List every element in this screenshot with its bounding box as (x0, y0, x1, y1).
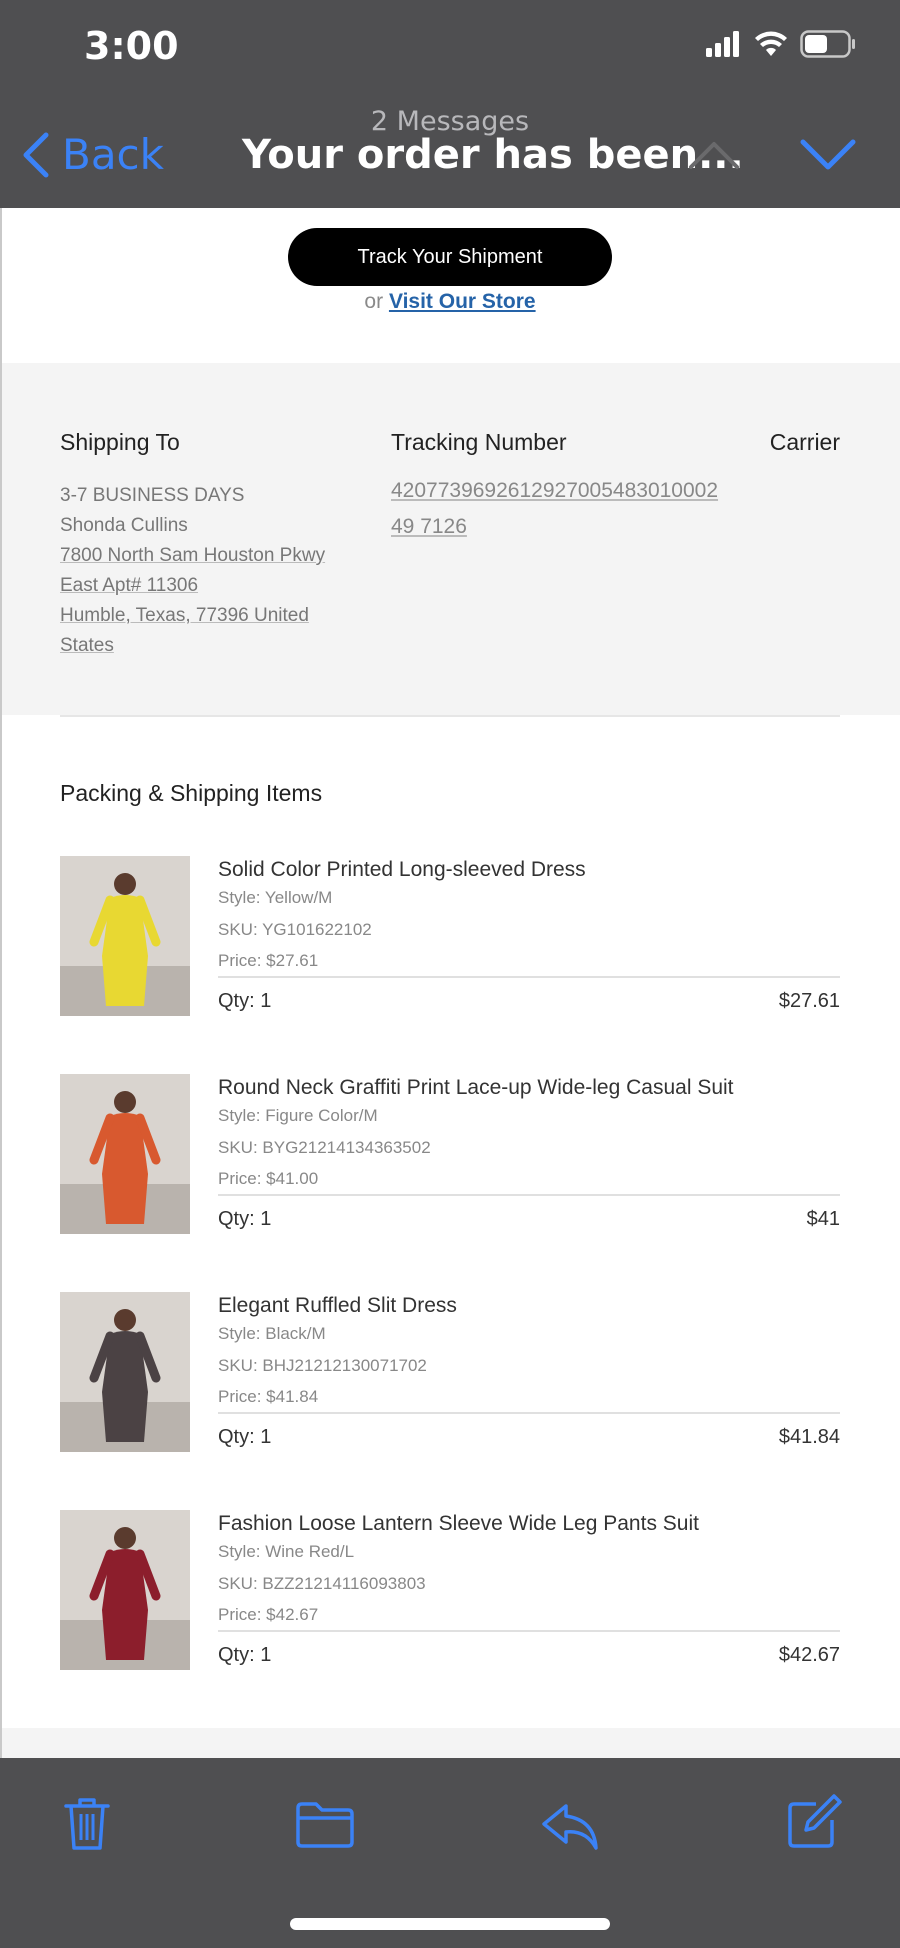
shipping-panel: Shipping To Tracking Number Carrier 3-7 … (0, 363, 900, 715)
tracking-number-link[interactable]: 420773969261292700548301000249 7126 (391, 473, 721, 545)
order-item[interactable]: Fashion Loose Lantern Sleeve Wide Leg Pa… (60, 1510, 840, 1680)
product-quantity: Qty: 1 (218, 1208, 272, 1230)
status-bar: 3:00 (0, 0, 900, 100)
or-text: or (364, 290, 384, 313)
product-price: Price: $41.00 (218, 1169, 319, 1188)
status-icons (706, 30, 856, 58)
items-heading: Packing & Shipping Items (60, 780, 323, 806)
address-line-3: Humble, Texas, 77396 United (60, 605, 309, 626)
product-name[interactable]: Round Neck Graffiti Print Lace-up Wide-l… (218, 1076, 734, 1100)
product-sku: SKU: YG101622102 (218, 920, 372, 939)
order-item[interactable]: Round Neck Graffiti Print Lace-up Wide-l… (60, 1074, 840, 1244)
shipping-address-block: 3-7 BUSINESS DAYS Shonda Cullins 7800 No… (60, 481, 360, 661)
address-line-1: 7800 North Sam Houston Pkwy (60, 545, 326, 566)
product-style: Style: Yellow/M (218, 888, 333, 907)
product-sku: SKU: BZZ21214116093803 (218, 1574, 426, 1593)
product-quantity: Qty: 1 (218, 1426, 272, 1448)
store-link-line: or Visit Our Store (0, 290, 900, 314)
email-subject: Your order has been... (242, 132, 744, 178)
product-price: Price: $41.84 (218, 1387, 319, 1406)
item-divider (218, 1194, 840, 1196)
product-price: Price: $42.67 (218, 1605, 319, 1624)
content-left-edge (0, 208, 2, 1758)
back-label: Back (62, 130, 164, 179)
product-sku: SKU: BHJ21212130071702 (218, 1356, 427, 1375)
home-indicator[interactable] (290, 1918, 610, 1930)
product-style: Style: Figure Color/M (218, 1106, 378, 1125)
battery-icon (800, 30, 855, 58)
product-name[interactable]: Elegant Ruffled Slit Dress (218, 1294, 457, 1318)
product-image[interactable] (60, 1292, 190, 1452)
product-total: $41 (806, 1208, 840, 1230)
order-item[interactable]: Elegant Ruffled Slit Dress Style: Black/… (60, 1292, 840, 1462)
product-quantity: Qty: 1 (218, 990, 272, 1012)
chevron-up-icon[interactable] (688, 140, 740, 170)
product-name[interactable]: Fashion Loose Lantern Sleeve Wide Leg Pa… (218, 1512, 699, 1536)
item-divider (218, 1412, 840, 1414)
product-name[interactable]: Solid Color Printed Long-sleeved Dress (218, 858, 586, 882)
chevron-left-icon (23, 132, 49, 177)
compose-icon[interactable] (786, 1794, 842, 1850)
section-divider (60, 715, 840, 717)
reply-icon[interactable] (540, 1802, 600, 1852)
product-quantity: Qty: 1 (218, 1644, 272, 1666)
footer-band (0, 1728, 900, 1758)
trash-icon[interactable] (62, 1796, 112, 1852)
product-total: $41.84 (778, 1426, 840, 1448)
visit-store-link[interactable]: Visit Our Store (389, 290, 536, 313)
shipping-service: 3-7 BUSINESS DAYS (60, 485, 245, 506)
chevron-down-icon[interactable] (800, 138, 856, 172)
product-style: Style: Wine Red/L (218, 1542, 355, 1561)
product-image[interactable] (60, 1074, 190, 1234)
status-time: 3:00 (84, 24, 179, 68)
product-image[interactable] (60, 1510, 190, 1670)
folder-icon[interactable] (294, 1800, 356, 1850)
mail-nav-bar: 2 Messages Back Your order has been... (0, 100, 900, 208)
order-item[interactable]: Solid Color Printed Long-sleeved Dress S… (60, 856, 840, 1026)
address-line-4: States (60, 635, 114, 656)
product-sku: SKU: BYG21214134363502 (218, 1138, 431, 1157)
recipient-name: Shonda Cullins (60, 515, 188, 536)
product-total: $27.61 (778, 990, 840, 1012)
item-divider (218, 1630, 840, 1632)
email-body: Track Your Shipment or Visit Our Store S… (0, 208, 900, 1758)
wifi-icon (755, 31, 787, 56)
carrier-heading: Carrier (769, 429, 840, 455)
cellular-signal-icon (706, 31, 739, 57)
product-style: Style: Black/M (218, 1324, 326, 1343)
back-button[interactable]: Back (20, 130, 164, 179)
item-divider (218, 976, 840, 978)
tracking-number-heading: Tracking Number (391, 429, 567, 455)
product-total: $42.67 (778, 1644, 840, 1666)
shipping-to-heading: Shipping To (60, 429, 180, 455)
product-image[interactable] (60, 856, 190, 1016)
track-shipment-button[interactable]: Track Your Shipment (288, 228, 612, 286)
product-price: Price: $27.61 (218, 951, 319, 970)
address-line-2: East Apt# 11306 (60, 575, 199, 596)
